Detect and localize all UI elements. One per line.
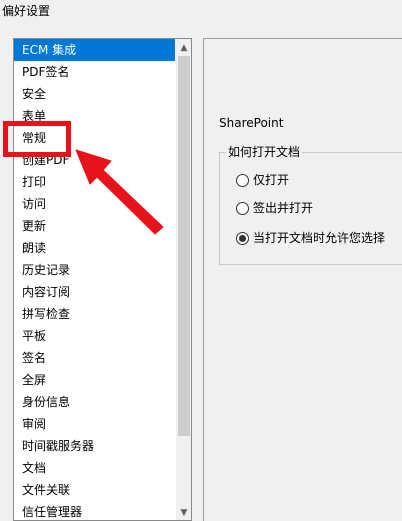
radio-checkout-open[interactable]: 签出并打开: [236, 200, 313, 216]
radio-label: 仅打开: [253, 173, 290, 187]
radio-button[interactable]: [236, 231, 249, 245]
chevron-down-icon[interactable]: ▼: [176, 504, 191, 520]
list-item[interactable]: 内容订阅: [14, 281, 175, 303]
category-list[interactable]: ECM 集成 PDF签名 安全 表单 常规 创建PDF 打印 访问 更新 朗读 历史记录 内容订阅 拼写…: [13, 38, 192, 521]
list-item[interactable]: 审阅: [14, 413, 175, 435]
list-item[interactable]: 朗读: [14, 237, 175, 259]
scroll-thumb[interactable]: [178, 56, 190, 436]
list-item[interactable]: 历史记录: [14, 259, 175, 281]
radio-label: 签出并打开: [253, 201, 314, 215]
list-item[interactable]: 访问: [14, 193, 175, 215]
section-title: SharePoint: [219, 116, 284, 130]
radio-button[interactable]: [236, 173, 249, 187]
radio-label: 当打开文档时允许您选择: [253, 231, 386, 245]
window-title: 偏好设置: [2, 4, 51, 18]
settings-panel: [203, 38, 402, 521]
category-list-items: ECM 集成 PDF签名 安全 表单 常规 创建PDF 打印 访问 更新 朗读 历史记录 内容订阅 拼写…: [14, 39, 175, 520]
highlight-annotation-box: [3, 121, 71, 157]
list-item[interactable]: 更新: [14, 215, 175, 237]
list-item[interactable]: 拼写检查: [14, 303, 175, 325]
radio-allow-choose[interactable]: 当打开文档时允许您选择: [236, 230, 385, 246]
radio-button[interactable]: [236, 201, 249, 215]
list-item[interactable]: PDF签名: [14, 61, 175, 83]
list-item[interactable]: 全屏: [14, 369, 175, 391]
list-item[interactable]: 打印: [14, 171, 175, 193]
group-label: 如何打开文档: [226, 144, 303, 160]
list-item[interactable]: 信任管理器: [14, 501, 175, 520]
radio-open-only[interactable]: 仅打开: [236, 172, 289, 188]
list-item[interactable]: ECM 集成: [14, 39, 175, 61]
list-item[interactable]: 平板: [14, 325, 175, 347]
list-item[interactable]: 身份信息: [14, 391, 175, 413]
list-item[interactable]: 时间戳服务器: [14, 435, 175, 457]
list-item[interactable]: 安全: [14, 83, 175, 105]
list-item[interactable]: 签名: [14, 347, 175, 369]
list-scrollbar[interactable]: ▲ ▼: [176, 39, 191, 520]
chevron-up-icon[interactable]: ▲: [176, 39, 191, 56]
list-item[interactable]: 文档: [14, 457, 175, 479]
list-item[interactable]: 文件关联: [14, 479, 175, 501]
